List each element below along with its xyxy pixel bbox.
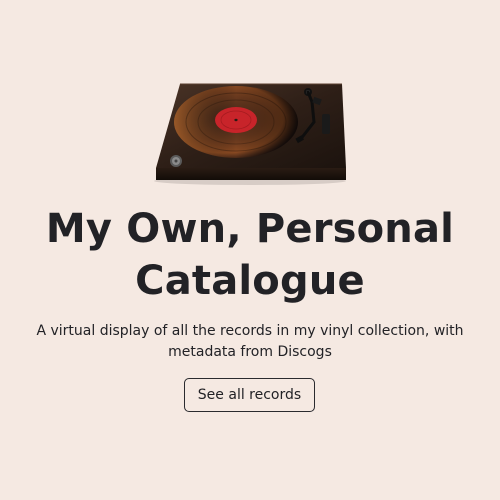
- turntable-icon: [150, 78, 350, 188]
- page-title: My Own, Personal Catalogue: [45, 206, 455, 304]
- page-subtitle: A virtual display of all the records in …: [36, 323, 464, 360]
- turntable-illustration: [154, 83, 346, 185]
- see-all-records-button[interactable]: See all records: [184, 378, 315, 412]
- landing-page: My Own, Personal Catalogue A virtual dis…: [0, 0, 500, 500]
